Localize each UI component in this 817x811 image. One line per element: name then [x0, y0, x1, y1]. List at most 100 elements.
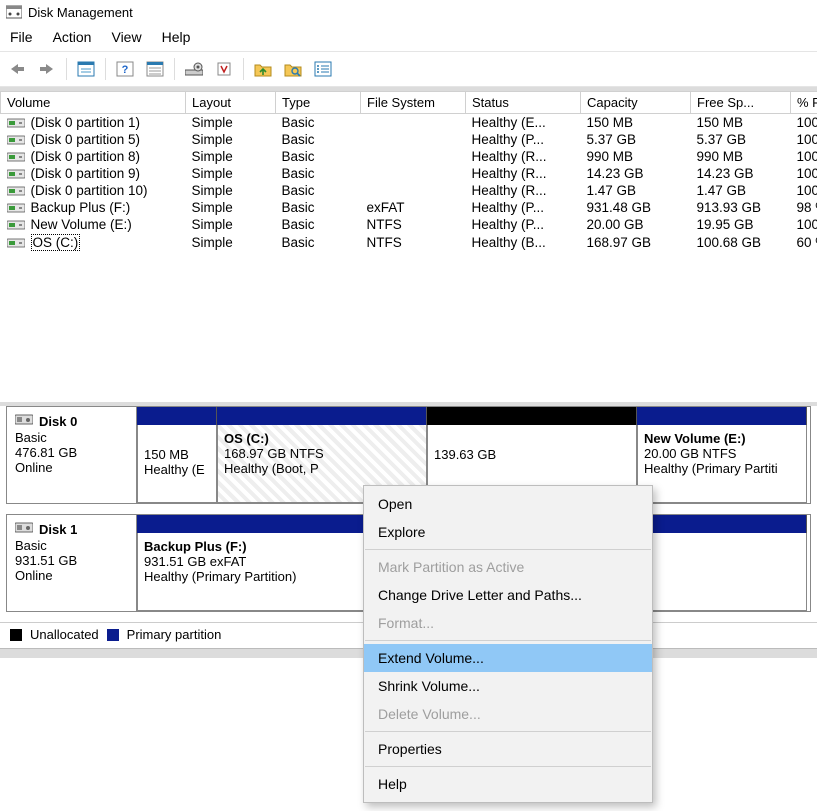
- volume-pct: 100 %: [791, 216, 817, 233]
- partition[interactable]: New Volume (E:)20.00 GB NTFSHealthy (Pri…: [637, 425, 807, 503]
- help-icon[interactable]: ?: [112, 56, 138, 82]
- drive-icon: [7, 219, 25, 231]
- column-header[interactable]: Capacity: [581, 92, 691, 114]
- volume-row[interactable]: New Volume (E:)SimpleBasicNTFSHealthy (P…: [1, 216, 817, 233]
- menu-item[interactable]: Help: [364, 770, 652, 798]
- volume-capacity: 990 MB: [581, 148, 691, 165]
- column-header[interactable]: Free Sp...: [691, 92, 791, 114]
- column-header[interactable]: % Free: [791, 92, 817, 114]
- drive-icon: [7, 237, 25, 249]
- folder-search-icon[interactable]: [280, 56, 306, 82]
- volume-pct: 100 %: [791, 131, 817, 148]
- volume-status: Healthy (B...: [466, 233, 581, 252]
- volume-fs: [361, 114, 466, 132]
- column-header[interactable]: Layout: [186, 92, 276, 114]
- column-header[interactable]: Type: [276, 92, 361, 114]
- volume-pct: 60 %: [791, 233, 817, 252]
- volume-layout: Simple: [186, 148, 276, 165]
- context-menu[interactable]: OpenExploreMark Partition as ActiveChang…: [363, 485, 653, 803]
- list-icon[interactable]: [310, 56, 336, 82]
- volume-name: (Disk 0 partition 1): [31, 115, 141, 130]
- drive-icon: [7, 117, 25, 129]
- volume-capacity: 5.37 GB: [581, 131, 691, 148]
- volume-free: 990 MB: [691, 148, 791, 165]
- drive-icon: [7, 202, 25, 214]
- disk-label[interactable]: Disk 1Basic931.51 GBOnline: [7, 515, 137, 611]
- volume-pct: 100 %: [791, 182, 817, 199]
- properties-icon[interactable]: [73, 56, 99, 82]
- volume-type: Basic: [276, 233, 361, 252]
- volume-capacity: 14.23 GB: [581, 165, 691, 182]
- forward-button[interactable]: [34, 56, 60, 82]
- menu-item[interactable]: Open: [364, 490, 652, 518]
- menubar: File Action View Help: [0, 26, 817, 52]
- folder-up-icon[interactable]: [250, 56, 276, 82]
- partition-size: 168.97 GB NTFS: [224, 446, 420, 461]
- legend-swatch-unallocated: [10, 629, 22, 641]
- volume-capacity: 150 MB: [581, 114, 691, 132]
- drive-icon: [7, 168, 25, 180]
- volume-status: Healthy (R...: [466, 165, 581, 182]
- disk-size: 476.81 GB: [15, 445, 128, 460]
- volume-capacity: 20.00 GB: [581, 216, 691, 233]
- settings-icon[interactable]: [181, 56, 207, 82]
- volume-status: Healthy (R...: [466, 182, 581, 199]
- view-icon[interactable]: [142, 56, 168, 82]
- menu-divider: [365, 766, 651, 767]
- volume-name: Backup Plus (F:): [31, 200, 131, 215]
- menu-item[interactable]: Change Drive Letter and Paths...: [364, 581, 652, 609]
- volume-status: Healthy (P...: [466, 131, 581, 148]
- volume-row[interactable]: (Disk 0 partition 10)SimpleBasicHealthy …: [1, 182, 817, 199]
- disk-label[interactable]: Disk 0Basic476.81 GBOnline: [7, 407, 137, 503]
- partition[interactable]: 150 MBHealthy (E: [137, 425, 217, 503]
- volume-free: 100.68 GB: [691, 233, 791, 252]
- menu-action[interactable]: Action: [53, 29, 92, 45]
- drive-icon: [7, 185, 25, 197]
- menu-help[interactable]: Help: [162, 29, 191, 45]
- menu-item[interactable]: Properties: [364, 735, 652, 763]
- disk-name-text: Disk 0: [39, 414, 77, 429]
- legend-unallocated-label: Unallocated: [30, 627, 99, 642]
- volume-layout: Simple: [186, 131, 276, 148]
- volume-row[interactable]: Backup Plus (F:)SimpleBasicexFATHealthy …: [1, 199, 817, 216]
- partition-name: OS (C:): [224, 431, 420, 446]
- column-header[interactable]: Status: [466, 92, 581, 114]
- volume-fs: [361, 165, 466, 182]
- refresh-icon[interactable]: [211, 56, 237, 82]
- volume-layout: Simple: [186, 165, 276, 182]
- menu-item[interactable]: Shrink Volume...: [364, 672, 652, 700]
- back-button[interactable]: [4, 56, 30, 82]
- partition-size: 150 MB: [144, 447, 210, 462]
- volume-status: Healthy (E...: [466, 114, 581, 132]
- volume-status: Healthy (R...: [466, 148, 581, 165]
- partition-status: Healthy (E: [144, 462, 210, 477]
- menu-item[interactable]: Explore: [364, 518, 652, 546]
- drive-icon: [7, 134, 25, 146]
- volume-type: Basic: [276, 216, 361, 233]
- disk-status: Online: [15, 568, 128, 583]
- volume-row[interactable]: OS (C:)SimpleBasicNTFSHealthy (B...168.9…: [1, 233, 817, 252]
- menu-file[interactable]: File: [10, 29, 33, 45]
- volume-layout: Simple: [186, 216, 276, 233]
- disk-name-text: Disk 1: [39, 522, 77, 537]
- volume-row[interactable]: (Disk 0 partition 1)SimpleBasicHealthy (…: [1, 114, 817, 132]
- column-header[interactable]: File System: [361, 92, 466, 114]
- volume-status: Healthy (P...: [466, 199, 581, 216]
- volume-type: Basic: [276, 131, 361, 148]
- volume-name: (Disk 0 partition 10): [31, 183, 148, 198]
- volume-row[interactable]: (Disk 0 partition 5)SimpleBasicHealthy (…: [1, 131, 817, 148]
- volume-row[interactable]: (Disk 0 partition 8)SimpleBasicHealthy (…: [1, 148, 817, 165]
- volume-free: 150 MB: [691, 114, 791, 132]
- volume-capacity: 1.47 GB: [581, 182, 691, 199]
- menu-item[interactable]: Extend Volume...: [364, 644, 652, 672]
- partition-status: Healthy (Primary Partiti: [644, 461, 800, 476]
- volume-free: 1.47 GB: [691, 182, 791, 199]
- partition-size: 20.00 GB NTFS: [644, 446, 800, 461]
- app-icon: [6, 4, 22, 20]
- column-header[interactable]: Volume: [1, 92, 186, 114]
- menu-view[interactable]: View: [111, 29, 141, 45]
- volume-pct: 100 %: [791, 114, 817, 132]
- volume-row[interactable]: (Disk 0 partition 9)SimpleBasicHealthy (…: [1, 165, 817, 182]
- volume-list[interactable]: VolumeLayoutTypeFile SystemStatusCapacit…: [0, 87, 817, 406]
- partition-size: 139.63 GB: [434, 447, 630, 462]
